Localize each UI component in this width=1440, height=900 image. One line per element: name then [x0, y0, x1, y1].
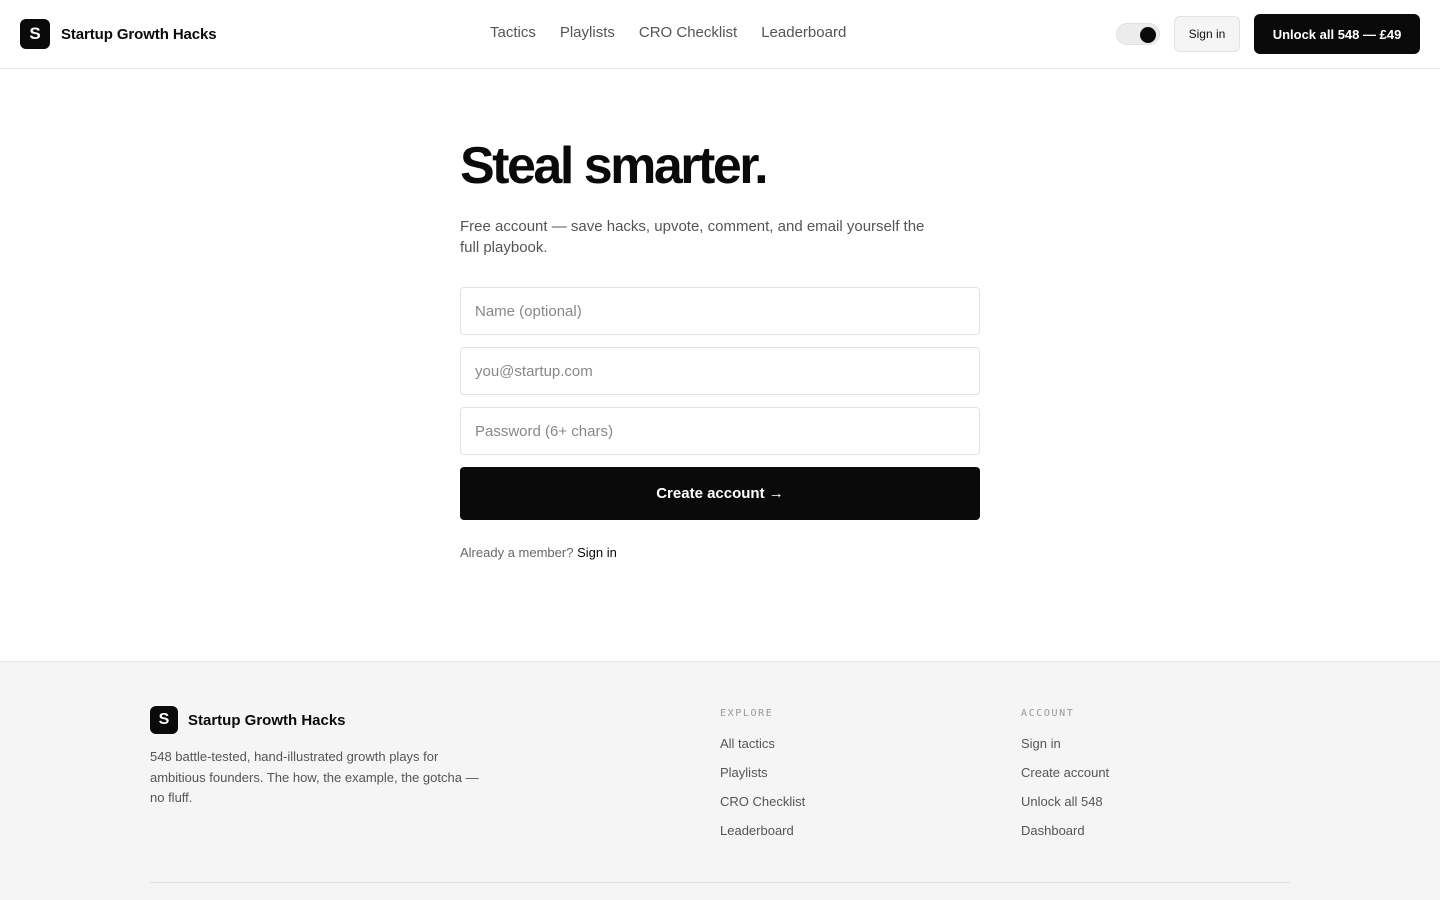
page-subtitle: Free account — save hacks, upvote, comme…: [460, 218, 925, 256]
footer-divider: [150, 882, 1290, 883]
nav-playlists[interactable]: Playlists: [560, 24, 615, 41]
nav-cro-checklist[interactable]: CRO Checklist: [639, 24, 737, 41]
top-bar: S Startup Growth Hacks Tactics Playlists…: [0, 0, 1440, 69]
name-input[interactable]: [460, 287, 980, 335]
footer-explore: EXPLORE All tactics Playlists CRO Checkl…: [720, 708, 805, 852]
logo-icon: S: [20, 19, 50, 49]
member-text: Already a member?: [460, 545, 574, 560]
footer-description: 548 battle-tested, hand-illustrated grow…: [150, 749, 479, 805]
footer-link-create-account[interactable]: Create account: [1021, 765, 1109, 781]
footer-link-sign-in[interactable]: Sign in: [1021, 736, 1109, 752]
theme-toggle[interactable]: [1116, 23, 1160, 45]
create-account-button[interactable]: Create account →: [460, 467, 980, 520]
page-title: Steal smarter.: [460, 137, 769, 195]
toggle-knob-icon: [1140, 27, 1156, 43]
password-input[interactable]: [460, 407, 980, 455]
nav-tactics[interactable]: Tactics: [490, 24, 536, 41]
unlock-all-button[interactable]: Unlock all 548 — £49: [1254, 14, 1420, 54]
member-sign-in-link[interactable]: Sign in: [577, 545, 617, 560]
footer-link-unlock-all[interactable]: Unlock all 548: [1021, 794, 1109, 810]
footer-account: ACCOUNT Sign in Create account Unlock al…: [1021, 708, 1109, 852]
footer-brand-name: Startup Growth Hacks: [188, 711, 346, 729]
sign-in-button[interactable]: Sign in: [1174, 16, 1240, 52]
member-prompt: Already a member? Sign in: [460, 545, 980, 560]
brand-name: Startup Growth Hacks: [61, 25, 217, 43]
email-input[interactable]: [460, 347, 980, 395]
nav-leaderboard[interactable]: Leaderboard: [761, 24, 846, 41]
main-nav: Tactics Playlists CRO Checklist Leaderbo…: [490, 24, 846, 41]
footer-brand[interactable]: S Startup Growth Hacks: [150, 706, 346, 734]
footer-account-title: ACCOUNT: [1021, 708, 1075, 719]
footer-link-all-tactics[interactable]: All tactics: [720, 736, 805, 752]
footer-link-cro-checklist[interactable]: CRO Checklist: [720, 794, 805, 810]
footer-link-leaderboard[interactable]: Leaderboard: [720, 823, 805, 839]
brand[interactable]: S Startup Growth Hacks: [20, 19, 217, 49]
footer-link-playlists[interactable]: Playlists: [720, 765, 805, 781]
signup-form: Steal smarter. Free account — save hacks…: [460, 138, 980, 560]
footer: S Startup Growth Hacks 548 battle-tested…: [0, 661, 1440, 900]
footer-explore-title: EXPLORE: [720, 708, 774, 719]
footer-link-dashboard[interactable]: Dashboard: [1021, 823, 1109, 839]
footer-logo-icon: S: [150, 706, 178, 734]
